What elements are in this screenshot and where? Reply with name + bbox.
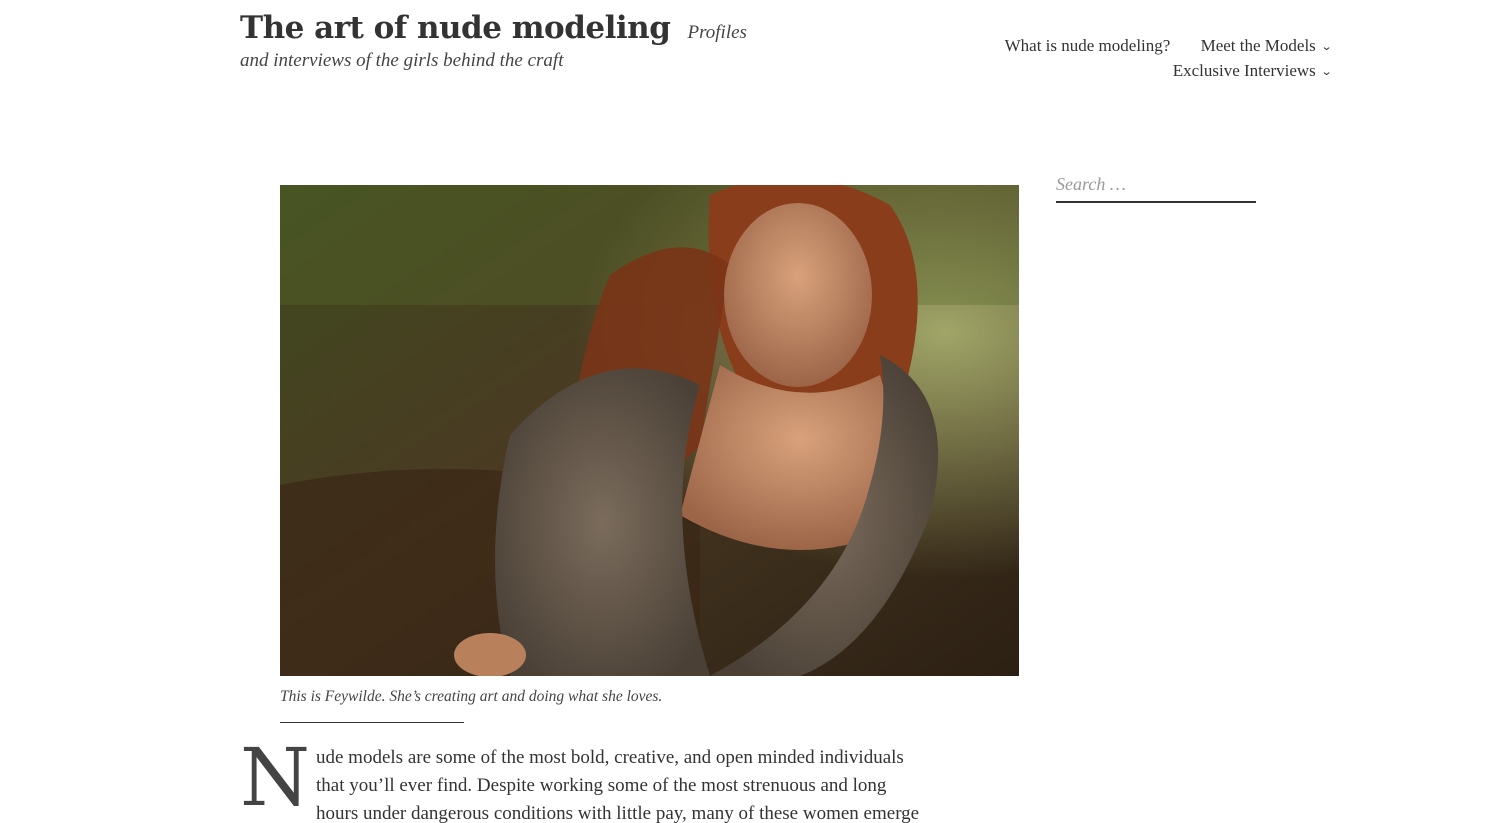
search-form xyxy=(1056,172,1256,203)
featured-photo-placeholder xyxy=(280,185,1019,676)
dropcap: N xyxy=(240,731,310,823)
article-body: ude models are some of the most bold, cr… xyxy=(316,744,996,823)
featured-image xyxy=(280,185,1019,676)
main-navigation: What is nude modeling? Meet the Models ⌄ … xyxy=(951,34,1333,84)
nav-item-exclusive-interviews[interactable]: Exclusive Interviews ⌄ xyxy=(1172,59,1333,84)
nav-item-label: What is nude modeling? xyxy=(1004,36,1171,55)
chevron-down-icon[interactable]: ⌄ xyxy=(1320,35,1332,59)
search-input[interactable] xyxy=(1056,172,1256,201)
nav-item-what-is-nude-modeling[interactable]: What is nude modeling? xyxy=(1005,34,1171,58)
article-line: ude models are some of the most bold, cr… xyxy=(316,747,904,768)
nav-item-meet-the-models[interactable]: Meet the Models ⌄ xyxy=(1200,34,1333,59)
nav-item-label: Meet the Models xyxy=(1200,36,1316,55)
chevron-down-icon[interactable]: ⌄ xyxy=(1320,60,1332,84)
site-title[interactable]: The art of nude modeling xyxy=(240,10,671,46)
nav-item-label: Exclusive Interviews xyxy=(1172,61,1316,81)
page: The art of nude modeling Profiles and in… xyxy=(0,0,1499,823)
caption-divider xyxy=(280,722,464,723)
article-line: hours under dangerous conditions with li… xyxy=(316,803,920,823)
image-caption: This is Feywilde. She’s creating art and… xyxy=(280,688,663,705)
site-branding: The art of nude modeling Profiles and in… xyxy=(240,13,760,75)
article-line: that you’ll ever find. Despite working s… xyxy=(316,775,887,796)
